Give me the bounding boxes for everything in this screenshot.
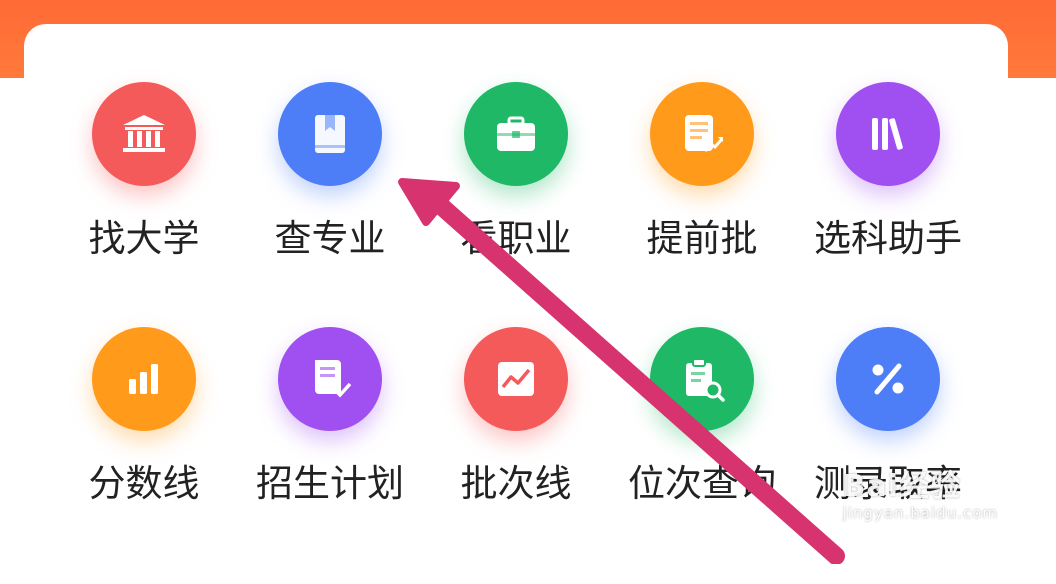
university-icon bbox=[92, 82, 196, 186]
books-icon bbox=[836, 82, 940, 186]
bar-chart-icon bbox=[92, 327, 196, 431]
line-chart-icon bbox=[464, 327, 568, 431]
document-check-icon bbox=[278, 327, 382, 431]
document-trend-icon bbox=[650, 82, 754, 186]
grid-item-subject-helper[interactable]: 选科助手 bbox=[788, 82, 988, 282]
watermark: Bai经验 jingyan.baidu.com bbox=[843, 472, 998, 521]
book-icon bbox=[278, 82, 382, 186]
briefcase-icon bbox=[464, 82, 568, 186]
watermark-url: jingyan.baidu.com bbox=[842, 504, 998, 522]
watermark-logo: Bai经验 bbox=[842, 469, 961, 504]
clipboard-search-icon bbox=[650, 327, 754, 431]
percent-icon bbox=[836, 327, 940, 431]
grid-item-label: 选科助手 bbox=[814, 217, 962, 260]
